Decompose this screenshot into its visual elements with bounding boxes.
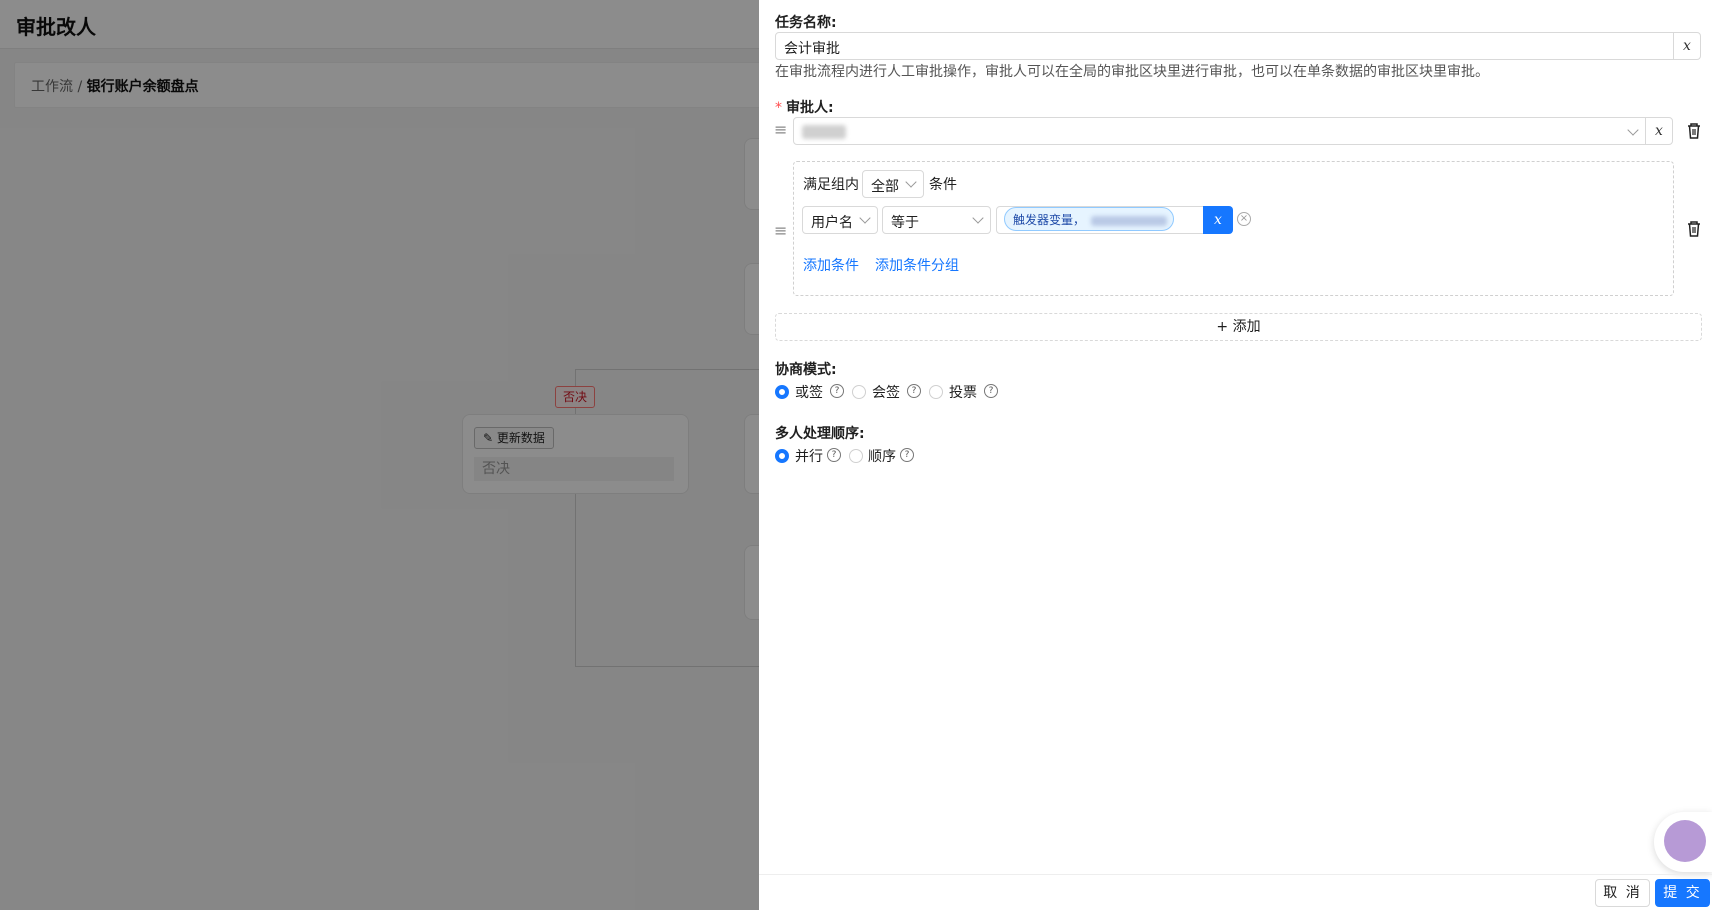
condition-field-value: 用户名: [811, 215, 853, 231]
question-icon[interactable]: ?: [827, 448, 841, 462]
assistant-avatar-icon: [1664, 820, 1706, 862]
match-mode-value: 全部: [871, 179, 899, 195]
variable-tag[interactable]: 触发器变量，: [1004, 207, 1174, 231]
condition-field-select[interactable]: 用户名: [802, 206, 878, 234]
match-mode-select[interactable]: 全部: [862, 170, 924, 198]
radio-sequential-label[interactable]: 顺序: [868, 446, 896, 466]
condition-group: 满足组内 全部 条件 用户名 等于 添加条件 添加条件分组: [793, 161, 1674, 296]
cancel-button[interactable]: 取 消: [1595, 879, 1650, 907]
assignee-variable-button[interactable]: x: [1645, 117, 1673, 145]
add-condition-group-link[interactable]: 添加条件分组: [875, 255, 959, 275]
group-suffix: 条件: [929, 177, 957, 193]
radio-vote[interactable]: [929, 385, 943, 399]
remove-condition-icon[interactable]: ×: [1237, 212, 1251, 226]
radio-vote-label[interactable]: 投票: [949, 382, 977, 402]
radio-countersign-label[interactable]: 会签: [872, 382, 900, 402]
condition-operator-select[interactable]: 等于: [882, 206, 991, 234]
radio-countersign[interactable]: [852, 385, 866, 399]
drawer-footer-divider: [759, 874, 1712, 875]
assistant-float-button[interactable]: [1654, 812, 1712, 872]
radio-sequential[interactable]: [849, 449, 863, 463]
submit-button[interactable]: 提 交: [1655, 879, 1710, 907]
task-name-label: 任务名称:: [775, 15, 837, 31]
condition-variable-button[interactable]: x: [1203, 206, 1233, 234]
required-mark: *: [775, 100, 782, 116]
variable-tag-label: 触发器变量，: [1013, 213, 1086, 227]
chevron-down-icon: [1627, 124, 1639, 136]
add-condition-link[interactable]: 添加条件: [803, 255, 859, 275]
variable-tag-value-blurred: [1091, 214, 1167, 230]
drag-handle-icon[interactable]: ≡: [774, 122, 788, 138]
assignee-value-blurred: [802, 125, 846, 143]
chevron-down-icon: [905, 176, 917, 188]
group-prefix: 满足组内: [803, 177, 859, 193]
radio-or-sign[interactable]: [775, 385, 789, 399]
assignees-label: * 审批人:: [775, 100, 834, 116]
task-name-help: 在审批流程内进行人工审批操作，审批人可以在全局的审批区块里进行审批，也可以在单条…: [775, 64, 1489, 80]
trash-icon[interactable]: [1686, 220, 1702, 238]
chevron-down-icon: [972, 212, 984, 224]
chevron-down-icon: [859, 212, 871, 224]
question-icon[interactable]: ?: [984, 384, 998, 398]
task-name-input[interactable]: 会计审批: [775, 32, 1674, 60]
task-name-variable-button[interactable]: x: [1673, 32, 1701, 60]
add-assignee-button[interactable]: + 添加: [775, 313, 1702, 341]
task-name-value: 会计审批: [784, 41, 840, 57]
question-icon[interactable]: ?: [830, 384, 844, 398]
assignee-select[interactable]: [793, 117, 1646, 145]
radio-parallel-label[interactable]: 并行: [795, 446, 823, 466]
question-icon[interactable]: ?: [900, 448, 914, 462]
question-icon[interactable]: ?: [907, 384, 921, 398]
radio-parallel[interactable]: [775, 449, 789, 463]
condition-operator-value: 等于: [891, 215, 919, 231]
trash-icon[interactable]: [1686, 122, 1702, 140]
drag-handle-icon[interactable]: ≡: [774, 223, 788, 239]
radio-or-sign-label[interactable]: 或签: [795, 382, 823, 402]
negotiation-label: 协商模式:: [775, 362, 837, 378]
order-label: 多人处理顺序:: [775, 426, 865, 442]
